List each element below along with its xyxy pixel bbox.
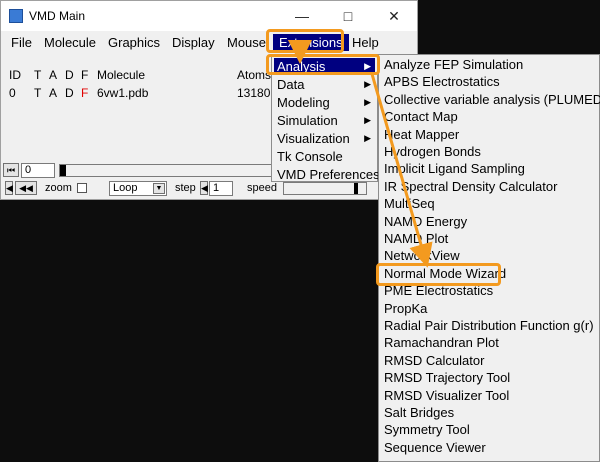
extensions-item-data[interactable]: Data ▶: [274, 76, 375, 93]
extensions-item-modeling[interactable]: Modeling ▶: [274, 94, 375, 111]
annotation-box-extensions: [266, 29, 344, 53]
extensions-item-vmd-preferences[interactable]: VMD Preferences: [274, 166, 380, 183]
analysis-item-rmsd-calculator[interactable]: RMSD Calculator: [384, 353, 484, 369]
menu-item-label: Data: [277, 77, 305, 92]
submenu-arrow-icon: ▶: [364, 97, 371, 107]
menu-item-label: Simulation: [277, 113, 338, 128]
step-back-button[interactable]: ◀: [5, 181, 13, 195]
menu-mouse[interactable]: Mouse: [227, 35, 266, 50]
frame-slider-thumb[interactable]: [60, 165, 66, 176]
analysis-item-heat-mapper[interactable]: Heat Mapper: [384, 127, 459, 143]
analysis-item-propka[interactable]: PropKa: [384, 301, 427, 317]
chevron-down-icon: ▼: [153, 183, 165, 194]
menu-item-label: Tk Console: [277, 149, 343, 164]
row-active[interactable]: A: [49, 86, 57, 100]
extensions-item-simulation[interactable]: Simulation ▶: [274, 112, 375, 129]
menu-item-label: VMD Preferences: [277, 167, 380, 182]
analysis-submenu: Analyze FEP Simulation APBS Electrostatic…: [378, 54, 600, 462]
row-drawn[interactable]: D: [65, 86, 74, 100]
menu-file[interactable]: File: [11, 35, 32, 50]
analysis-item-symmetry-tool[interactable]: Symmetry Tool: [384, 422, 470, 438]
submenu-arrow-icon: ▶: [364, 133, 371, 143]
submenu-arrow-icon: ▶: [364, 115, 371, 125]
row-atoms: 13180: [237, 86, 271, 100]
loop-select-value: Loop: [113, 182, 138, 194]
row-top[interactable]: T: [34, 86, 41, 100]
extensions-item-tk-console[interactable]: Tk Console: [274, 148, 375, 165]
zoom-label: zoom: [45, 182, 72, 194]
annotation-box-normal-mode-wizard: [376, 263, 501, 286]
submenu-arrow-icon: ▶: [364, 79, 371, 89]
window-title: VMD Main: [29, 9, 86, 23]
analysis-item-sequence-viewer[interactable]: Sequence Viewer: [384, 440, 486, 456]
row-fixed[interactable]: F: [81, 86, 88, 100]
analysis-item-ir-spectral-density-calculator[interactable]: IR Spectral Density Calculator: [384, 179, 557, 195]
analysis-item-ramachandran-plot[interactable]: Ramachandran Plot: [384, 335, 499, 351]
frame-field[interactable]: 0: [21, 163, 55, 178]
analysis-item-contact-map[interactable]: Contact Map: [384, 109, 458, 125]
menu-bar: File Molecule Graphics Display Mouse Ext…: [1, 32, 417, 54]
analysis-item-rmsd-trajectory-tool[interactable]: RMSD Trajectory Tool: [384, 370, 510, 386]
col-fixed: F: [81, 68, 89, 82]
extensions-item-visualization[interactable]: Visualization ▶: [274, 130, 375, 147]
row-molecule-name[interactable]: 6vw1.pdb: [97, 86, 148, 100]
analysis-item-networkview[interactable]: NetworkView: [384, 248, 460, 264]
speed-label: speed: [247, 182, 277, 194]
analysis-item-implicit-ligand-sampling[interactable]: Implicit Ligand Sampling: [384, 161, 525, 177]
title-bar: VMD Main — □ ✕: [1, 1, 417, 31]
annotation-box-analysis: [266, 54, 380, 75]
menu-item-label: Visualization: [277, 131, 350, 146]
analysis-item-namd-energy[interactable]: NAMD Energy: [384, 214, 467, 230]
col-molecule: Molecule: [97, 68, 146, 82]
step-decrease-button[interactable]: ◀: [200, 181, 208, 195]
loop-select[interactable]: Loop ▼: [109, 181, 167, 196]
minimize-button[interactable]: —: [279, 1, 325, 31]
vmd-app-icon: [9, 9, 23, 23]
step-label: step: [175, 182, 196, 194]
maximize-button[interactable]: □: [325, 1, 371, 31]
analysis-item-collective-variable-analysis-plumed[interactable]: Collective variable analysis (PLUMED): [384, 92, 600, 108]
close-button[interactable]: ✕: [371, 1, 417, 31]
menu-item-label: Modeling: [277, 95, 330, 110]
analysis-item-hydrogen-bonds[interactable]: Hydrogen Bonds: [384, 144, 481, 160]
menu-graphics[interactable]: Graphics: [108, 35, 160, 50]
analysis-item-rmsd-visualizer-tool[interactable]: RMSD Visualizer Tool: [384, 388, 509, 404]
analysis-item-salt-bridges[interactable]: Salt Bridges: [384, 405, 454, 421]
menu-help[interactable]: Help: [352, 35, 379, 50]
speed-slider-thumb[interactable]: [354, 183, 358, 194]
zoom-checkbox[interactable]: [77, 183, 87, 193]
analysis-item-analyze-fep-simulation[interactable]: Analyze FEP Simulation: [384, 57, 523, 73]
menu-display[interactable]: Display: [172, 35, 215, 50]
menu-molecule[interactable]: Molecule: [44, 35, 96, 50]
analysis-item-apbs-electrostatics[interactable]: APBS Electrostatics: [384, 74, 500, 90]
analysis-item-radial-pair-distribution-function-g-r[interactable]: Radial Pair Distribution Function g(r): [384, 318, 594, 334]
speed-slider[interactable]: [283, 182, 367, 195]
playback-controls: ◀ ◀◀ zoom Loop ▼ step ◀ 1 speed: [3, 181, 417, 197]
col-top: T: [34, 68, 42, 82]
analysis-item-multiseq[interactable]: MultiSeq: [384, 196, 435, 212]
col-drawn: D: [65, 68, 74, 82]
col-id: ID: [9, 68, 21, 82]
step-field[interactable]: 1: [209, 181, 233, 196]
play-reverse-button[interactable]: ◀◀: [15, 181, 37, 195]
analysis-item-namd-plot[interactable]: NAMD Plot: [384, 231, 448, 247]
go-to-start-button[interactable]: ⏮: [3, 163, 19, 177]
row-id[interactable]: 0: [9, 86, 16, 100]
col-active: A: [49, 68, 58, 82]
